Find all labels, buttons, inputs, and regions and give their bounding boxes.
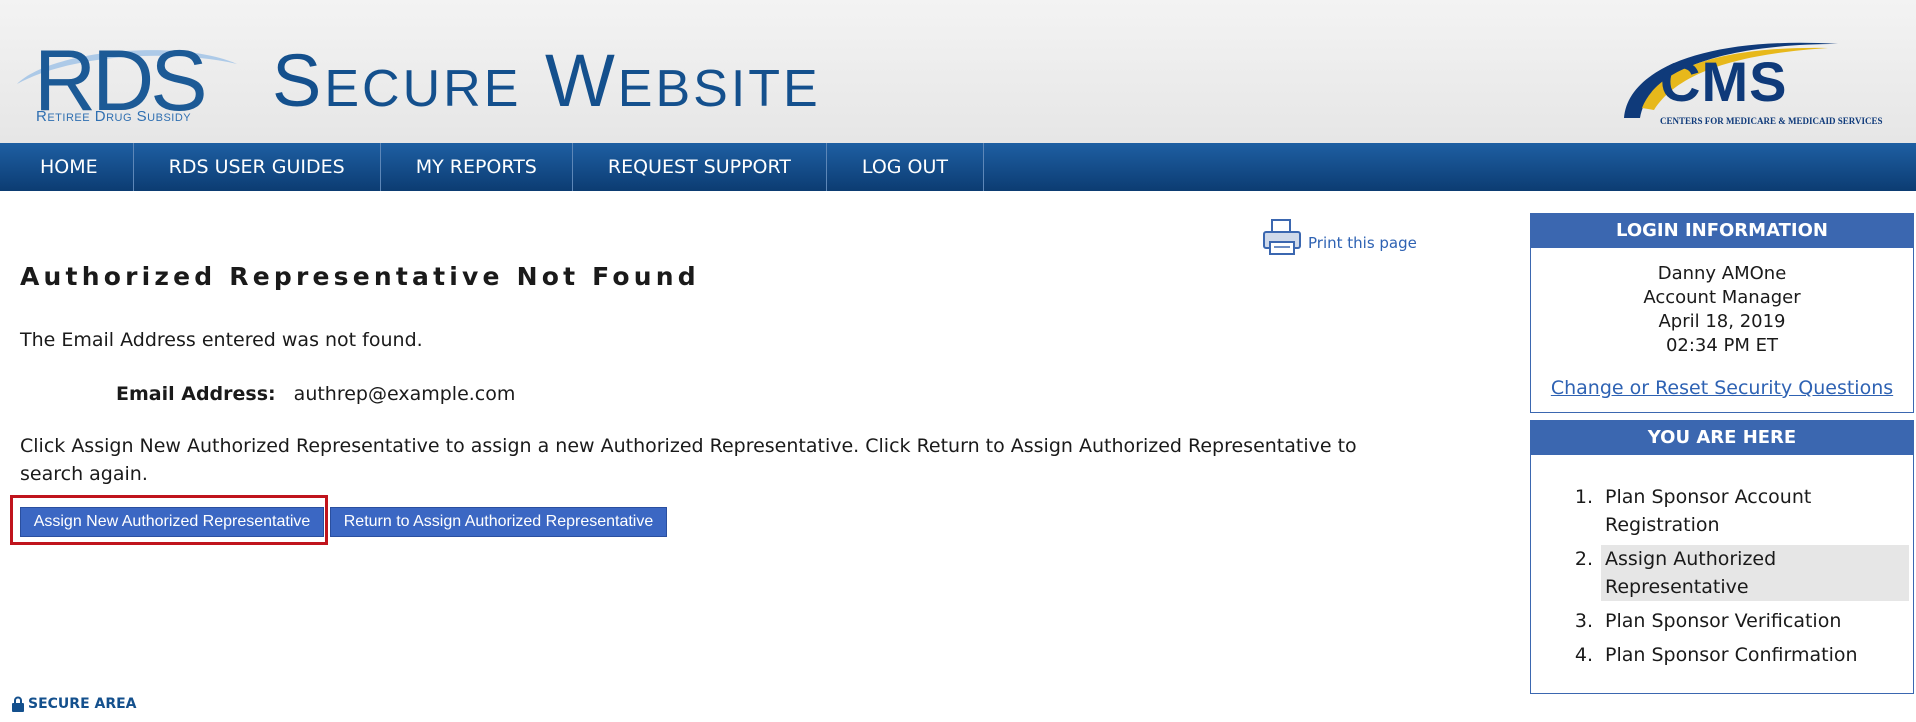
user-role: Account Manager — [1643, 287, 1801, 308]
email-value: authrep@example.com — [293, 383, 516, 405]
nav-rds-user-guides[interactable]: RDS USER GUIDES — [134, 143, 381, 191]
cms-logo-text: CMS — [1660, 50, 1788, 113]
step-label: Plan Sponsor Confirmation — [1605, 644, 1858, 666]
email-row: Email Address: authrep@example.com — [116, 383, 515, 405]
cms-logo-subtitle: CENTERS FOR MEDICARE & MEDICAID SERVICES — [1660, 116, 1883, 126]
you-are-here-panel: YOU ARE HERE 1. Plan Sponsor Account Reg… — [1530, 420, 1914, 694]
email-label: Email Address: — [116, 383, 276, 405]
login-information-heading: LOGIN INFORMATION — [1531, 214, 1913, 248]
step-item-current: 2. Assign Authorized Representative — [1531, 545, 1913, 601]
assign-new-authorized-representative-button[interactable]: Assign New Authorized Representative — [20, 507, 324, 537]
change-security-questions-link[interactable]: Change or Reset Security Questions — [1531, 376, 1913, 400]
rds-logo: RDS Retiree Drug Subsidy — [12, 38, 242, 128]
print-page-label[interactable]: Print this page — [1308, 234, 1417, 252]
step-number: 4. — [1574, 644, 1593, 666]
secure-area: SECURE AREA — [12, 696, 137, 712]
you-are-here-heading: YOU ARE HERE — [1531, 421, 1913, 455]
login-information-panel: LOGIN INFORMATION Danny AMOne Account Ma… — [1530, 213, 1914, 413]
user-name: Danny AMOne — [1657, 263, 1787, 284]
nav-my-reports[interactable]: MY REPORTS — [381, 143, 573, 191]
nav-home[interactable]: HOME — [0, 143, 134, 191]
page-title: Authorized Representative Not Found — [20, 262, 700, 291]
site-header: RDS Retiree Drug Subsidy Secure Website … — [0, 0, 1916, 143]
main-nav: HOME RDS USER GUIDES MY REPORTS REQUEST … — [0, 143, 1916, 191]
print-page-link[interactable]: Print this page — [1262, 218, 1417, 256]
step-label: Assign Authorized Representative — [1601, 545, 1909, 601]
instructions-text: Click Assign New Authorized Representati… — [20, 435, 1357, 485]
step-item: 1. Plan Sponsor Account Registration — [1531, 483, 1913, 539]
step-label: Plan Sponsor Verification — [1605, 610, 1842, 632]
step-number: 1. — [1574, 486, 1593, 508]
step-number: 3. — [1574, 610, 1593, 632]
step-item: 3. Plan Sponsor Verification — [1531, 607, 1913, 635]
printer-icon — [1263, 219, 1301, 255]
not-found-message: The Email Address entered was not found. — [20, 329, 423, 351]
step-item: 4. Plan Sponsor Confirmation — [1531, 641, 1913, 669]
lock-icon — [12, 696, 24, 712]
return-to-assign-authorized-representative-button[interactable]: Return to Assign Authorized Representati… — [330, 507, 667, 537]
nav-request-support[interactable]: REQUEST SUPPORT — [573, 143, 827, 191]
rds-logo-subtitle: Retiree Drug Subsidy — [36, 108, 192, 125]
nav-log-out[interactable]: LOG OUT — [827, 143, 985, 191]
step-label: Plan Sponsor Account Registration — [1605, 486, 1812, 536]
cms-logo: CMS CENTERS FOR MEDICARE & MEDICAID SERV… — [1618, 38, 1882, 128]
login-time: 02:34 PM ET — [1665, 335, 1779, 356]
site-title: Secure Website — [272, 39, 821, 122]
secure-area-label: SECURE AREA — [28, 696, 137, 712]
login-date: April 18, 2019 — [1658, 311, 1786, 332]
step-number: 2. — [1574, 548, 1593, 570]
progress-steps: 1. Plan Sponsor Account Registration 2. … — [1531, 455, 1913, 669]
